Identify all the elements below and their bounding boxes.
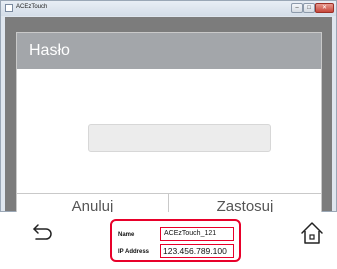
app-window: ACEzTouch – □ ✕ Hasło Anuluj Zastosuj	[0, 0, 337, 218]
home-icon[interactable]	[300, 221, 324, 245]
dialog-title: Hasło	[29, 42, 70, 59]
maximize-button[interactable]: □	[303, 3, 315, 13]
device-name-field: ACEzTouch_121	[160, 227, 234, 241]
app-icon	[5, 4, 13, 12]
window-titlebar[interactable]: ACEzTouch – □ ✕	[1, 1, 336, 16]
minimize-button[interactable]: –	[291, 3, 303, 13]
ip-address-field: 123.456.789.100	[160, 244, 234, 258]
ip-address-label: IP Address	[118, 249, 150, 255]
app-content-overlay: Hasło Anuluj Zastosuj	[5, 17, 332, 218]
dialog-header: Hasło	[17, 33, 321, 69]
password-input[interactable]	[88, 124, 271, 152]
name-label: Name	[118, 232, 135, 238]
back-arrow-icon[interactable]	[32, 222, 54, 242]
close-window-button[interactable]: ✕	[315, 3, 334, 13]
bottom-bar: Name ACEzTouch_121 IP Address 123.456.78…	[0, 212, 337, 269]
window-title: ACEzTouch	[16, 4, 48, 10]
password-dialog: Hasło Anuluj Zastosuj	[16, 32, 322, 218]
device-info-box: Name ACEzTouch_121 IP Address 123.456.78…	[110, 219, 241, 262]
